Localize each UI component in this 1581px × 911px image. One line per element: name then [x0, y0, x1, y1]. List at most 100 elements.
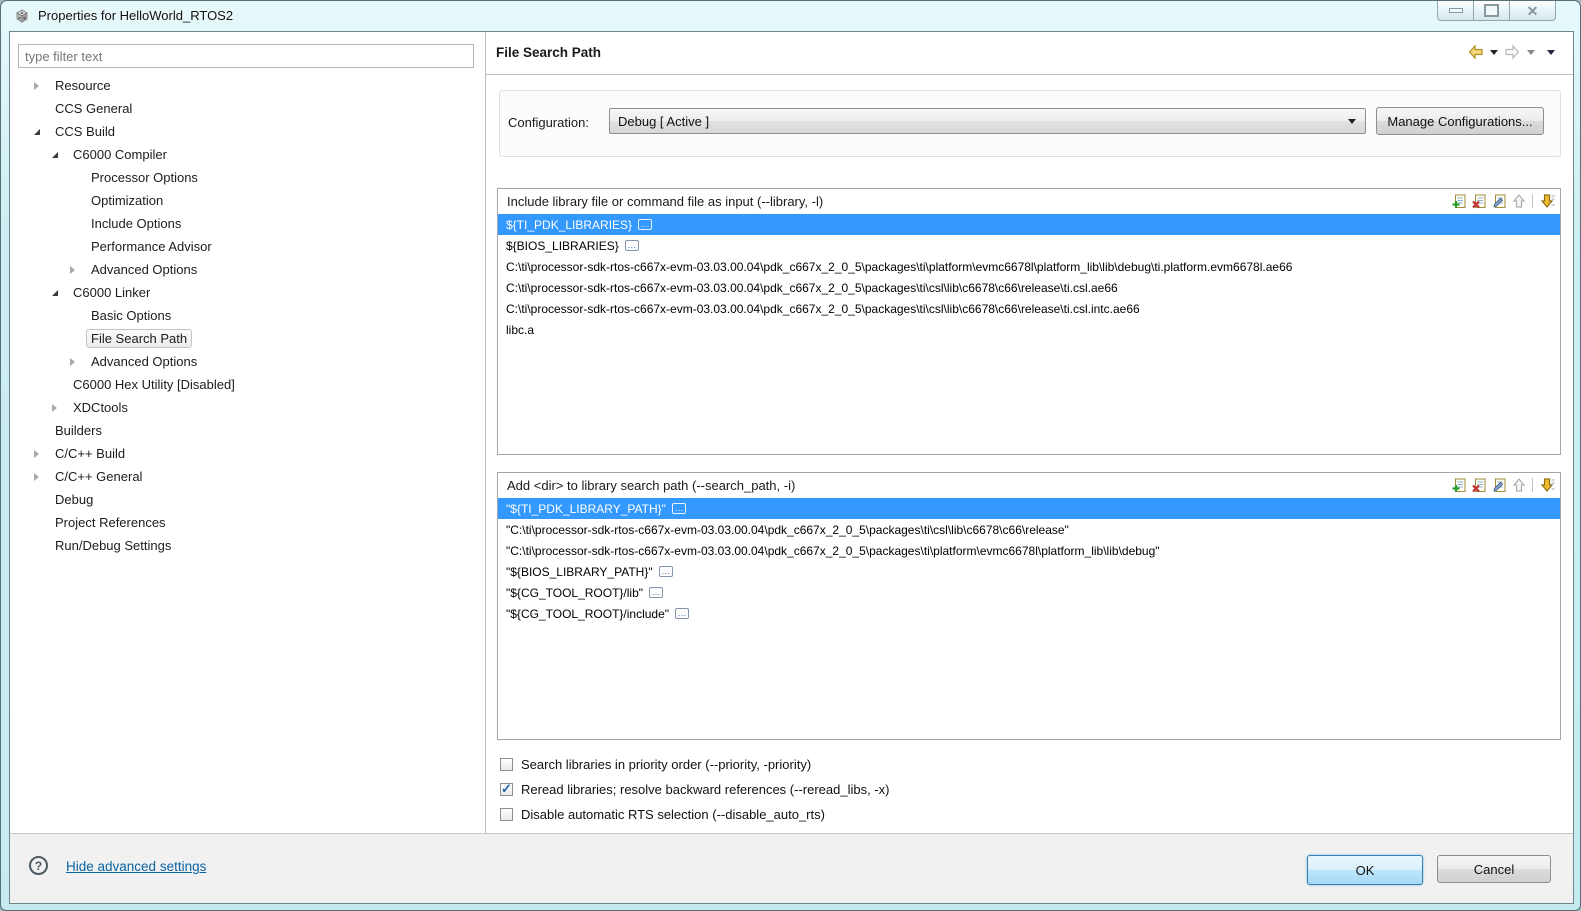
sidebar-item-label: Optimization: [91, 193, 164, 208]
tree-expand-icon[interactable]: [34, 449, 39, 458]
search-path-header: Add <dir> to library search path (--sear…: [498, 473, 1560, 498]
tree-collapse-icon[interactable]: [52, 151, 58, 158]
tree-collapse-icon[interactable]: [34, 128, 40, 135]
forward-icon[interactable]: [1504, 44, 1521, 60]
checkbox-unchecked-icon[interactable]: [500, 757, 513, 771]
list-item[interactable]: C:\ti\processor-sdk-rtos-c667x-evm-03.03…: [498, 298, 1560, 319]
ok-button[interactable]: OK: [1307, 855, 1423, 885]
edit-file-icon[interactable]: [1490, 476, 1507, 493]
back-menu-caret[interactable]: [1490, 49, 1498, 55]
library-files-title: Include library file or command file as …: [507, 194, 824, 209]
filter-input[interactable]: [18, 44, 474, 68]
close-button[interactable]: ✕: [1510, 1, 1556, 21]
sidebar-item-c-c-general[interactable]: C/C++ General: [10, 465, 484, 488]
list-item[interactable]: "${BIOS_LIBRARY_PATH}"…: [498, 561, 1560, 582]
sidebar-item-file-search-path[interactable]: File Search Path: [10, 327, 484, 350]
back-icon[interactable]: [1467, 44, 1484, 60]
list-item-text: ${BIOS_LIBRARIES}: [506, 238, 619, 253]
titlebar[interactable]: Properties for HelloWorld_RTOS2 ✕: [1, 1, 1580, 31]
tree-expand-icon[interactable]: [34, 81, 39, 90]
forward-menu-caret[interactable]: [1527, 49, 1535, 55]
sidebar-item-ccs-build[interactable]: CCS Build: [10, 120, 484, 143]
edit-file-icon[interactable]: [1490, 192, 1507, 209]
list-item-text: C:\ti\processor-sdk-rtos-c667x-evm-03.03…: [506, 280, 1118, 295]
sidebar-item-ccs-general[interactable]: CCS General: [10, 97, 484, 120]
sidebar-item-c6000-hex-utility-disabled[interactable]: C6000 Hex Utility [Disabled]: [10, 373, 484, 396]
sidebar-item-label: C6000 Linker: [73, 285, 151, 300]
list-item[interactable]: ${BIOS_LIBRARIES}…: [498, 235, 1560, 256]
configuration-select[interactable]: Debug [ Active ]: [609, 108, 1366, 134]
help-icon[interactable]: ?: [29, 856, 48, 875]
list-item[interactable]: "${TI_PDK_LIBRARY_PATH}"…: [498, 498, 1560, 519]
configuration-value: Debug [ Active ]: [618, 114, 710, 129]
sidebar-item-include-options[interactable]: Include Options: [10, 212, 484, 235]
remove-file-icon[interactable]: [1470, 476, 1487, 493]
list-item-text: "C:\ti\processor-sdk-rtos-c667x-evm-03.0…: [506, 522, 1069, 537]
tree-expand-icon[interactable]: [34, 472, 39, 481]
sidebar-item-c-c-build[interactable]: C/C++ Build: [10, 442, 484, 465]
sidebar-item-basic-options[interactable]: Basic Options: [10, 304, 484, 327]
sidebar-item-label: CCS General: [55, 101, 133, 116]
add-file-icon[interactable]: [1450, 192, 1467, 209]
move-up-icon[interactable]: [1510, 476, 1527, 493]
move-up-icon[interactable]: [1510, 192, 1527, 209]
list-item-text: "${BIOS_LIBRARY_PATH}": [506, 564, 653, 579]
sidebar-item-performance-advisor[interactable]: Performance Advisor: [10, 235, 484, 258]
sidebar-item-project-references[interactable]: Project References: [10, 511, 484, 534]
checkbox-row-reread-libraries-resolve-backward-references[interactable]: Reread libraries; resolve backward refer…: [500, 779, 889, 799]
sidebar-item-advanced-options[interactable]: Advanced Options: [10, 258, 484, 281]
tree-expand-icon[interactable]: [70, 265, 75, 274]
list-item[interactable]: "${CG_TOOL_ROOT}/lib"…: [498, 582, 1560, 603]
dialog-body: Resource CCS General CCS Build C6000 Compil…: [9, 31, 1574, 904]
hide-advanced-settings-link[interactable]: Hide advanced settings: [66, 859, 206, 874]
checkbox-label: Search libraries in priority order (--pr…: [521, 756, 812, 772]
sidebar-item-advanced-options[interactable]: Advanced Options: [10, 350, 484, 373]
remove-file-icon[interactable]: [1470, 192, 1487, 209]
sidebar-item-label: Include Options: [91, 216, 182, 231]
list-item-text: "C:\ti\processor-sdk-rtos-c667x-evm-03.0…: [506, 543, 1160, 558]
library-files-group: Include library file or command file as …: [497, 188, 1561, 455]
list-item[interactable]: C:\ti\processor-sdk-rtos-c667x-evm-03.03…: [498, 277, 1560, 298]
view-menu-caret[interactable]: [1547, 49, 1555, 55]
toolbar-separator: [1532, 193, 1533, 208]
minimize-button[interactable]: [1437, 1, 1474, 21]
sidebar-item-xdctools[interactable]: XDCtools: [10, 396, 484, 419]
sidebar-item-builders[interactable]: Builders: [10, 419, 484, 442]
tree-collapse-icon[interactable]: [52, 289, 58, 296]
list-item[interactable]: C:\ti\processor-sdk-rtos-c667x-evm-03.03…: [498, 256, 1560, 277]
variable-badge-icon: …: [638, 219, 653, 230]
variable-badge-icon: …: [671, 503, 686, 514]
sidebar-item-c6000-compiler[interactable]: C6000 Compiler: [10, 143, 484, 166]
maximize-button[interactable]: [1474, 1, 1510, 21]
move-down-icon[interactable]: [1538, 192, 1555, 209]
main-panel: File Search Path Configuration: Debug [ …: [486, 32, 1573, 834]
checkbox-checked-icon[interactable]: [500, 781, 513, 797]
add-file-icon[interactable]: [1450, 476, 1467, 493]
list-item-text: "${CG_TOOL_ROOT}/include": [506, 606, 670, 621]
tree-expand-icon[interactable]: [70, 357, 75, 366]
sidebar-item-c6000-linker[interactable]: C6000 Linker: [10, 281, 484, 304]
sidebar-item-label: CCS Build: [55, 124, 115, 139]
sidebar-item-processor-options[interactable]: Processor Options: [10, 166, 484, 189]
sidebar-item-optimization[interactable]: Optimization: [10, 189, 484, 212]
tree-expand-icon[interactable]: [52, 403, 57, 412]
list-item[interactable]: "${CG_TOOL_ROOT}/include"…: [498, 603, 1560, 624]
sidebar-item-label: Run/Debug Settings: [55, 538, 172, 553]
list-item[interactable]: "C:\ti\processor-sdk-rtos-c667x-evm-03.0…: [498, 519, 1560, 540]
move-down-icon[interactable]: [1538, 476, 1555, 493]
sidebar-item-run-debug-settings[interactable]: Run/Debug Settings: [10, 534, 484, 557]
search-path-list: "${TI_PDK_LIBRARY_PATH}" … "C:\ti\processo…: [498, 498, 1560, 739]
list-item[interactable]: libc.a: [498, 319, 1560, 340]
chevron-down-icon: [1348, 119, 1356, 124]
checkbox-unchecked-icon[interactable]: [500, 807, 513, 821]
page-title: File Search Path: [496, 45, 602, 60]
sidebar-item-resource[interactable]: Resource: [10, 74, 484, 97]
manage-configurations-button[interactable]: Manage Configurations...: [1376, 107, 1544, 135]
cancel-button[interactable]: Cancel: [1437, 855, 1551, 883]
checkbox-row-search-libraries-in-priority-order[interactable]: Search libraries in priority order (--pr…: [500, 754, 811, 774]
list-item[interactable]: "C:\ti\processor-sdk-rtos-c667x-evm-03.0…: [498, 540, 1560, 561]
checkbox-row-disable-automatic-rts-selection[interactable]: Disable automatic RTS selection (--disab…: [500, 804, 825, 824]
sidebar-item-debug[interactable]: Debug: [10, 488, 484, 511]
list-item[interactable]: ${TI_PDK_LIBRARIES}…: [498, 214, 1560, 235]
sidebar-item-label: Advanced Options: [91, 354, 198, 369]
